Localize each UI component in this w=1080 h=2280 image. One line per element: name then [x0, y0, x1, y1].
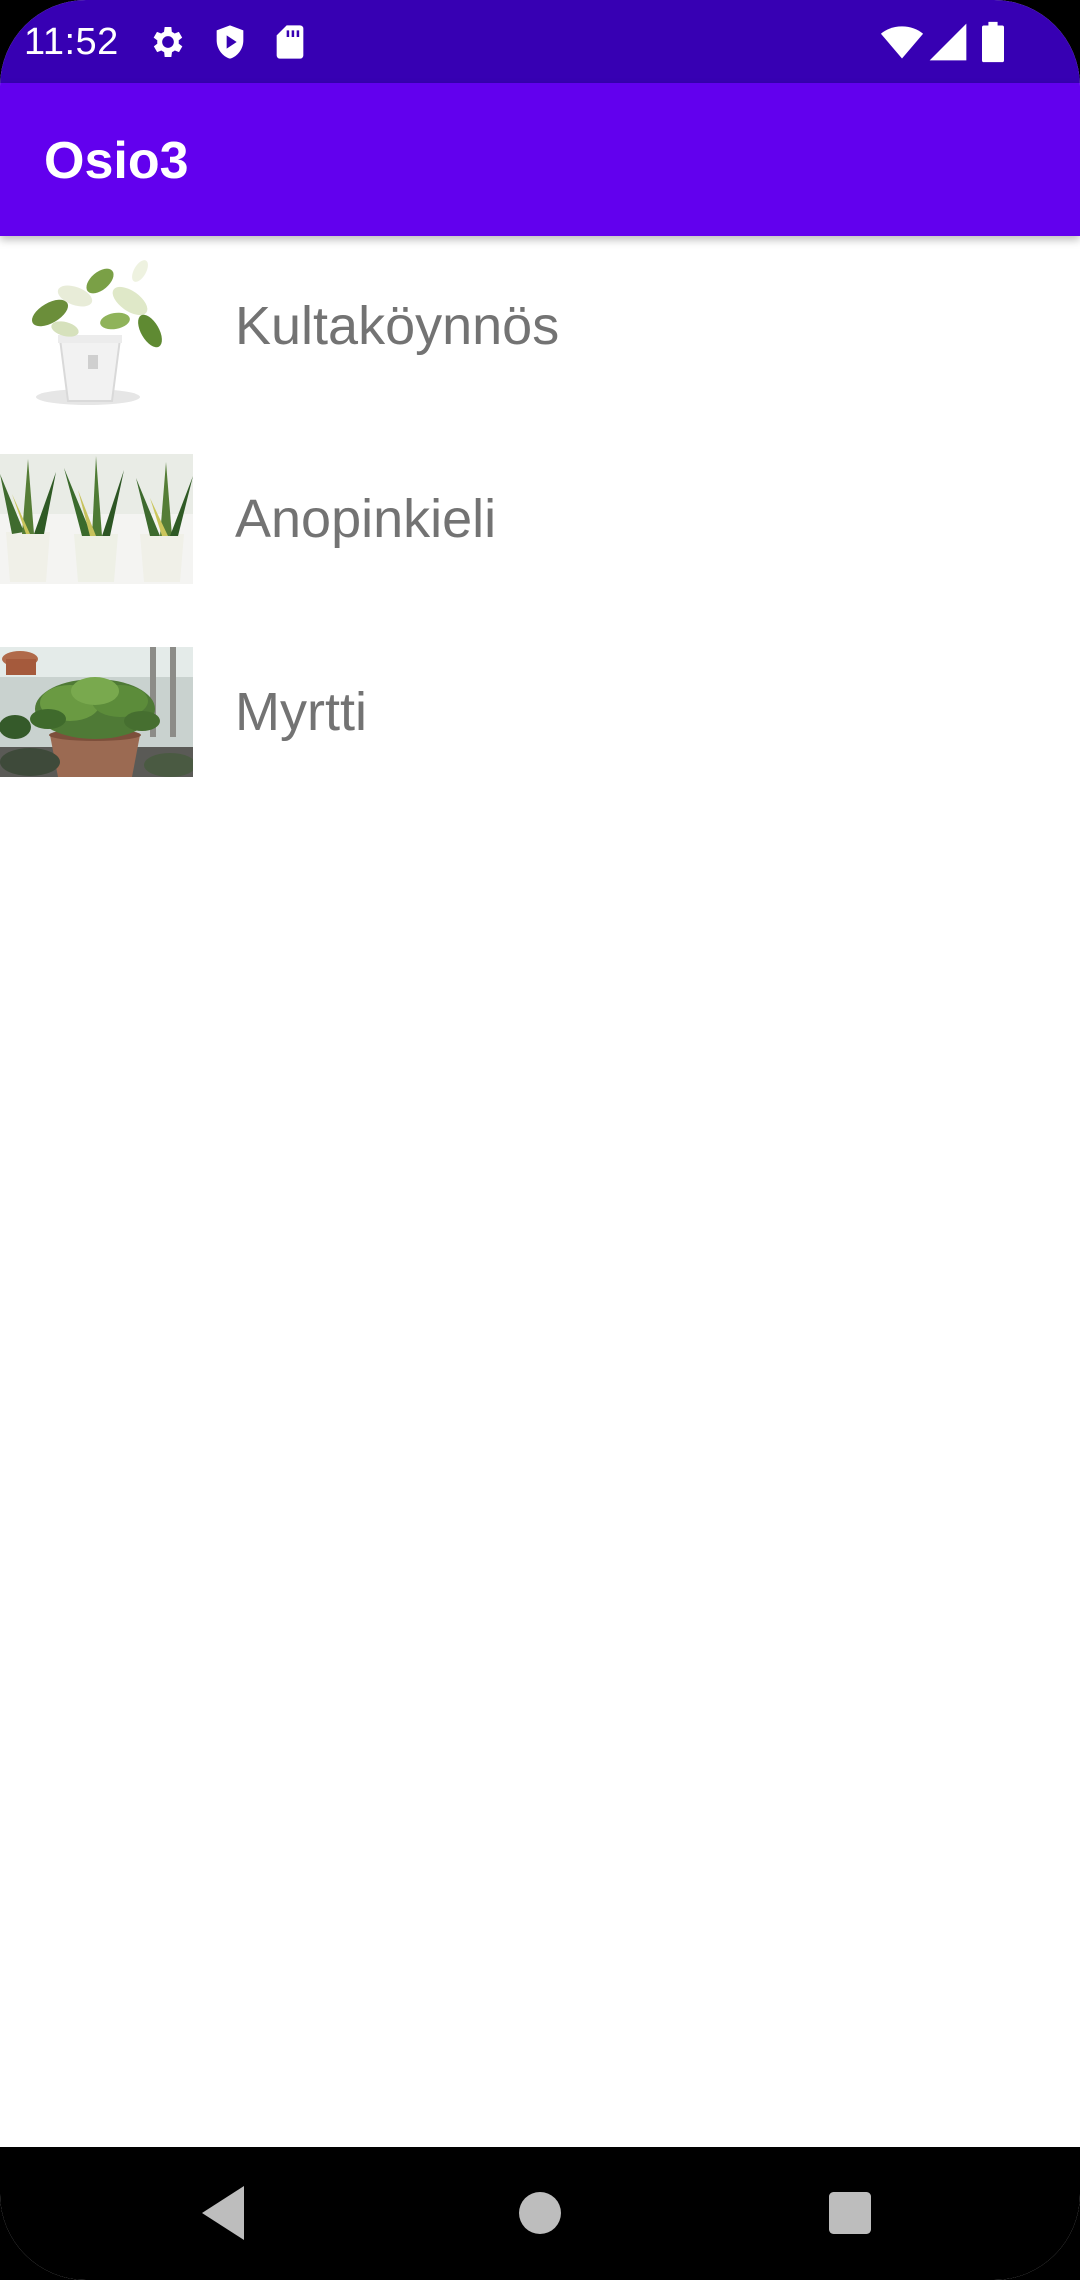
item-label: Myrtti	[235, 682, 367, 742]
shield-play-icon	[210, 22, 250, 62]
item-label: Anopinkieli	[235, 489, 497, 549]
sd-card-icon	[270, 22, 310, 62]
snake-plant-image	[0, 454, 193, 584]
navigation-bar	[0, 2147, 1080, 2280]
app-title: Osio3	[44, 132, 189, 190]
home-icon[interactable]	[504, 2177, 576, 2249]
wifi-icon	[880, 20, 924, 64]
plant-list: Kultaköynnös Anopinkieli Myrtti	[0, 236, 1080, 815]
recents-icon[interactable]	[814, 2177, 886, 2249]
gear-icon	[148, 22, 188, 62]
pothos-plant-image	[20, 251, 195, 411]
list-item[interactable]: Myrtti	[0, 622, 1080, 815]
list-item[interactable]: Kultaköynnös	[0, 236, 1080, 429]
back-icon[interactable]	[190, 2177, 262, 2249]
item-label: Kultaköynnös	[235, 296, 560, 356]
cell-signal-icon	[926, 20, 970, 64]
status-bar: 11:52	[0, 0, 1080, 83]
phone-screen: 11:52 Osio3 Kultaköynnös Anopinkieli Myr…	[0, 0, 1080, 2280]
list-item[interactable]: Anopinkieli	[0, 429, 1080, 622]
battery-icon	[978, 20, 1008, 64]
status-time: 11:52	[24, 21, 119, 63]
app-bar: Osio3	[0, 83, 1080, 236]
myrtle-plant-image	[0, 647, 193, 777]
